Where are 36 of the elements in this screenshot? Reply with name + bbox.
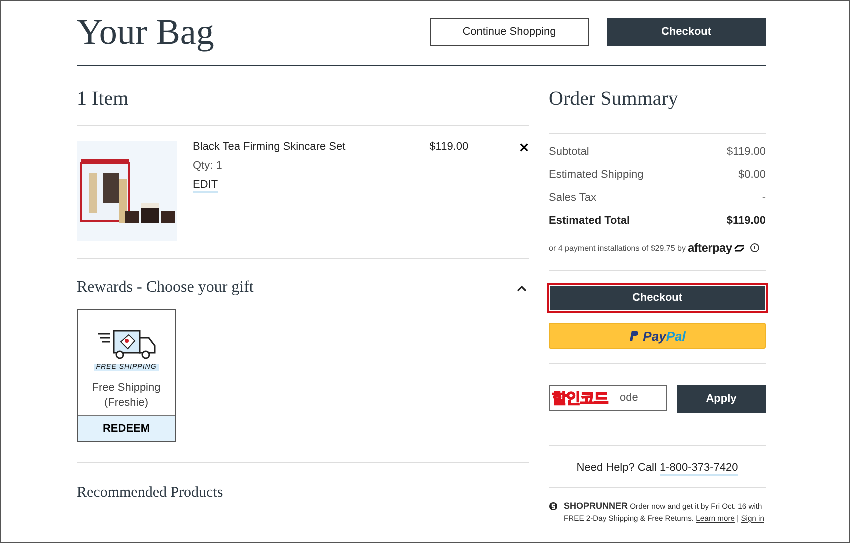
item-count: 1 Item bbox=[77, 88, 529, 126]
summary-value: $0.00 bbox=[738, 169, 766, 181]
info-icon[interactable] bbox=[750, 243, 760, 253]
recommended-title: Recommended Products bbox=[77, 484, 224, 502]
apply-button[interactable]: Apply bbox=[677, 385, 766, 413]
edit-link[interactable]: EDIT bbox=[193, 179, 218, 193]
page-title: Your Bag bbox=[77, 11, 214, 53]
help-text: Need Help? Call bbox=[576, 462, 658, 474]
product-name: Black Tea Firming Skincare Set bbox=[193, 141, 347, 153]
gift-name: Free Shipping (Freshie) bbox=[91, 381, 162, 411]
summary-value: $119.00 bbox=[727, 146, 766, 158]
paypal-icon bbox=[629, 330, 640, 342]
rewards-title: Rewards - Choose your gift bbox=[77, 279, 254, 297]
afterpay-logo: afterpay bbox=[688, 241, 732, 255]
phone-link[interactable]: 1-800-373-7420 bbox=[660, 462, 738, 476]
redeem-button[interactable]: REDEEM bbox=[78, 415, 175, 441]
chevron-icon[interactable] bbox=[517, 284, 527, 292]
summary-label: Estimated Total bbox=[549, 215, 630, 227]
continue-shopping-button[interactable]: Continue Shopping bbox=[430, 18, 589, 46]
summary-label: Subtotal bbox=[549, 146, 590, 158]
checkout-button[interactable]: Checkout bbox=[607, 18, 766, 46]
promo-annotation: 할인코드 bbox=[552, 389, 608, 408]
paypal-button[interactable]: PayPal bbox=[549, 323, 766, 349]
summary-value: $119.00 bbox=[726, 215, 766, 227]
summary-label: Sales Tax bbox=[549, 192, 596, 204]
summary-value: - bbox=[762, 192, 766, 204]
remove-button[interactable]: × bbox=[520, 141, 529, 157]
truck-icon bbox=[96, 328, 158, 362]
afterpay-arrows-icon bbox=[734, 244, 746, 252]
checkout-button[interactable]: Checkout bbox=[549, 285, 766, 311]
summary-label: Estimated Shipping bbox=[549, 169, 644, 181]
product-price: $119.00 bbox=[430, 141, 470, 155]
shoprunner-icon bbox=[549, 502, 558, 511]
summary-title: Order Summary bbox=[549, 88, 766, 134]
installment-text: or 4 payment installations of $29.75 by bbox=[549, 244, 686, 252]
product-quantity: Qty: 1 bbox=[193, 160, 224, 172]
